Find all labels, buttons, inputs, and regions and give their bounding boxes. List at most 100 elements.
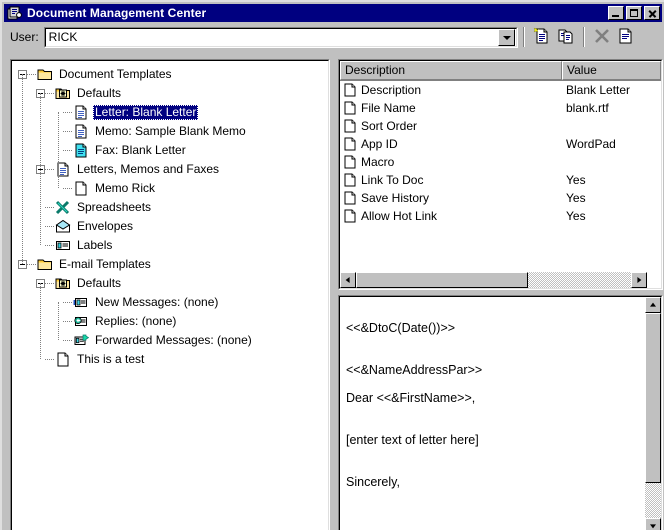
hscroll-thumb[interactable]: [356, 272, 528, 288]
copy-button[interactable]: [555, 26, 577, 48]
tree-item[interactable]: Labels: [12, 236, 328, 255]
property-description-cell: App ID: [340, 137, 562, 151]
table-row[interactable]: App ID WordPad: [340, 135, 661, 153]
tree-guide-line: [40, 93, 41, 245]
preview-line: [enter text of letter here]: [346, 433, 479, 447]
user-combobox[interactable]: RICK: [43, 26, 518, 48]
properties-hscrollbar[interactable]: [340, 272, 647, 288]
tree-item[interactable]: Forwarded Messages: (none): [12, 331, 328, 350]
minimize-button[interactable]: [608, 6, 624, 20]
tree-connector: [45, 92, 54, 95]
column-header-description[interactable]: Description: [340, 61, 562, 80]
document-blank-icon: [344, 173, 356, 187]
folder-icon: [37, 257, 53, 272]
properties-list-body[interactable]: Description Blank Letter File Name blank.rt…: [340, 81, 661, 225]
delete-button[interactable]: [591, 26, 613, 48]
delete-x-icon: [593, 27, 611, 48]
defaults-folder-icon: [55, 86, 71, 101]
tree-connector: [45, 244, 54, 247]
preview-text[interactable]: <<&DtoC(Date())>> <<&NameAddressPar>> De…: [340, 297, 645, 530]
tree-item-label: This is a test: [77, 352, 145, 366]
tree-item[interactable]: Replies: (none): [12, 312, 328, 331]
tree-connector: [27, 263, 36, 266]
vscroll-track[interactable]: [645, 313, 661, 518]
property-description-cell: Sort Order: [340, 119, 562, 133]
window-controls: [608, 6, 660, 20]
tree-item[interactable]: E-mail Templates: [12, 255, 328, 274]
envelope-icon: [55, 219, 71, 234]
template-preview-panel[interactable]: <<&DtoC(Date())>> <<&NameAddressPar>> De…: [338, 295, 663, 530]
tree-item-label: Fax: Blank Letter: [95, 143, 186, 157]
tree-item[interactable]: Defaults: [12, 84, 328, 103]
property-description-cell: Save History: [340, 191, 562, 205]
vscroll-thumb[interactable]: [645, 313, 661, 483]
tree-item[interactable]: Fax: Blank Letter: [12, 141, 328, 160]
table-row[interactable]: Save History Yes: [340, 189, 661, 207]
preview-line: Sincerely,: [346, 475, 400, 489]
scroll-right-button[interactable]: [631, 272, 647, 288]
column-header-value[interactable]: Value: [562, 61, 661, 80]
table-row[interactable]: Macro: [340, 153, 661, 171]
table-row[interactable]: File Name blank.rtf: [340, 99, 661, 117]
document-management-window: Document Management Center User: RICK Do…: [0, 0, 664, 530]
tree-item[interactable]: Envelopes: [12, 217, 328, 236]
preview-line: [346, 335, 645, 349]
property-description-cell: Description: [340, 83, 562, 97]
tree-item[interactable]: Memo Rick: [12, 179, 328, 198]
properties-button[interactable]: [615, 26, 637, 48]
folder-icon: [37, 67, 53, 82]
new-document-button[interactable]: [531, 26, 553, 48]
property-description-cell: Link To Doc: [340, 173, 562, 187]
property-description-cell: Allow Hot Link: [340, 209, 562, 223]
preview-vscrollbar[interactable]: [645, 297, 661, 530]
property-description-cell: Macro: [340, 155, 562, 169]
properties-list-panel[interactable]: Description Value Description Blank Lette…: [338, 59, 663, 290]
close-button[interactable]: [644, 6, 660, 20]
tree-item-label: Letter: Blank Letter: [93, 105, 199, 120]
tree-item-label: Letters, Memos and Faxes: [77, 162, 220, 176]
tree-item-label: Envelopes: [77, 219, 134, 233]
document-blank-icon: [344, 101, 356, 115]
tree-connector: [63, 149, 72, 152]
tree-item[interactable]: Spreadsheets: [12, 198, 328, 217]
tree-item[interactable]: Defaults: [12, 274, 328, 293]
tree-item[interactable]: Document Templates: [12, 65, 328, 84]
tree-connector: [45, 206, 54, 209]
scroll-down-button[interactable]: [645, 518, 661, 530]
tree-guide-line: [58, 302, 59, 340]
document-management-icon: [7, 6, 23, 20]
tree-item[interactable]: Letters, Memos and Faxes: [12, 160, 328, 179]
preview-line: [346, 405, 645, 419]
tree-item-label: Defaults: [77, 86, 122, 100]
scroll-left-button[interactable]: [340, 272, 356, 288]
property-value-cell: Yes: [566, 209, 586, 223]
table-row[interactable]: Description Blank Letter: [340, 81, 661, 99]
table-row[interactable]: Allow Hot Link Yes: [340, 207, 661, 225]
tree-item[interactable]: This is a test: [12, 350, 328, 369]
tree-connector: [45, 168, 54, 171]
window-title: Document Management Center: [27, 6, 207, 20]
tree-item[interactable]: New Messages: (none): [12, 293, 328, 312]
user-input[interactable]: RICK: [46, 30, 498, 44]
property-description-text: File Name: [361, 101, 416, 115]
tree-connector: [45, 225, 54, 228]
tree-item[interactable]: Letter: Blank Letter: [12, 103, 328, 122]
template-tree-panel[interactable]: Document Templates Defaults Letter: Blank …: [10, 59, 330, 530]
maximize-button[interactable]: [626, 6, 642, 20]
document-cyan-icon: [73, 143, 89, 158]
tree-connector: [45, 358, 54, 361]
preview-line: [346, 377, 645, 391]
reply-mail-icon: [73, 314, 89, 329]
property-description-text: App ID: [361, 137, 398, 151]
property-value-cell: Blank Letter: [566, 83, 631, 97]
hscroll-track[interactable]: [356, 272, 631, 288]
scroll-up-button[interactable]: [645, 297, 661, 313]
chevron-down-icon[interactable]: [497, 28, 515, 46]
template-tree[interactable]: Document Templates Defaults Letter: Blank …: [12, 61, 328, 369]
table-row[interactable]: Sort Order: [340, 117, 661, 135]
tree-connector: [45, 282, 54, 285]
tree-item[interactable]: Memo: Sample Blank Memo: [12, 122, 328, 141]
tree-item-label: Labels: [77, 238, 113, 252]
table-row[interactable]: Link To Doc Yes: [340, 171, 661, 189]
title-bar[interactable]: Document Management Center: [4, 4, 662, 22]
